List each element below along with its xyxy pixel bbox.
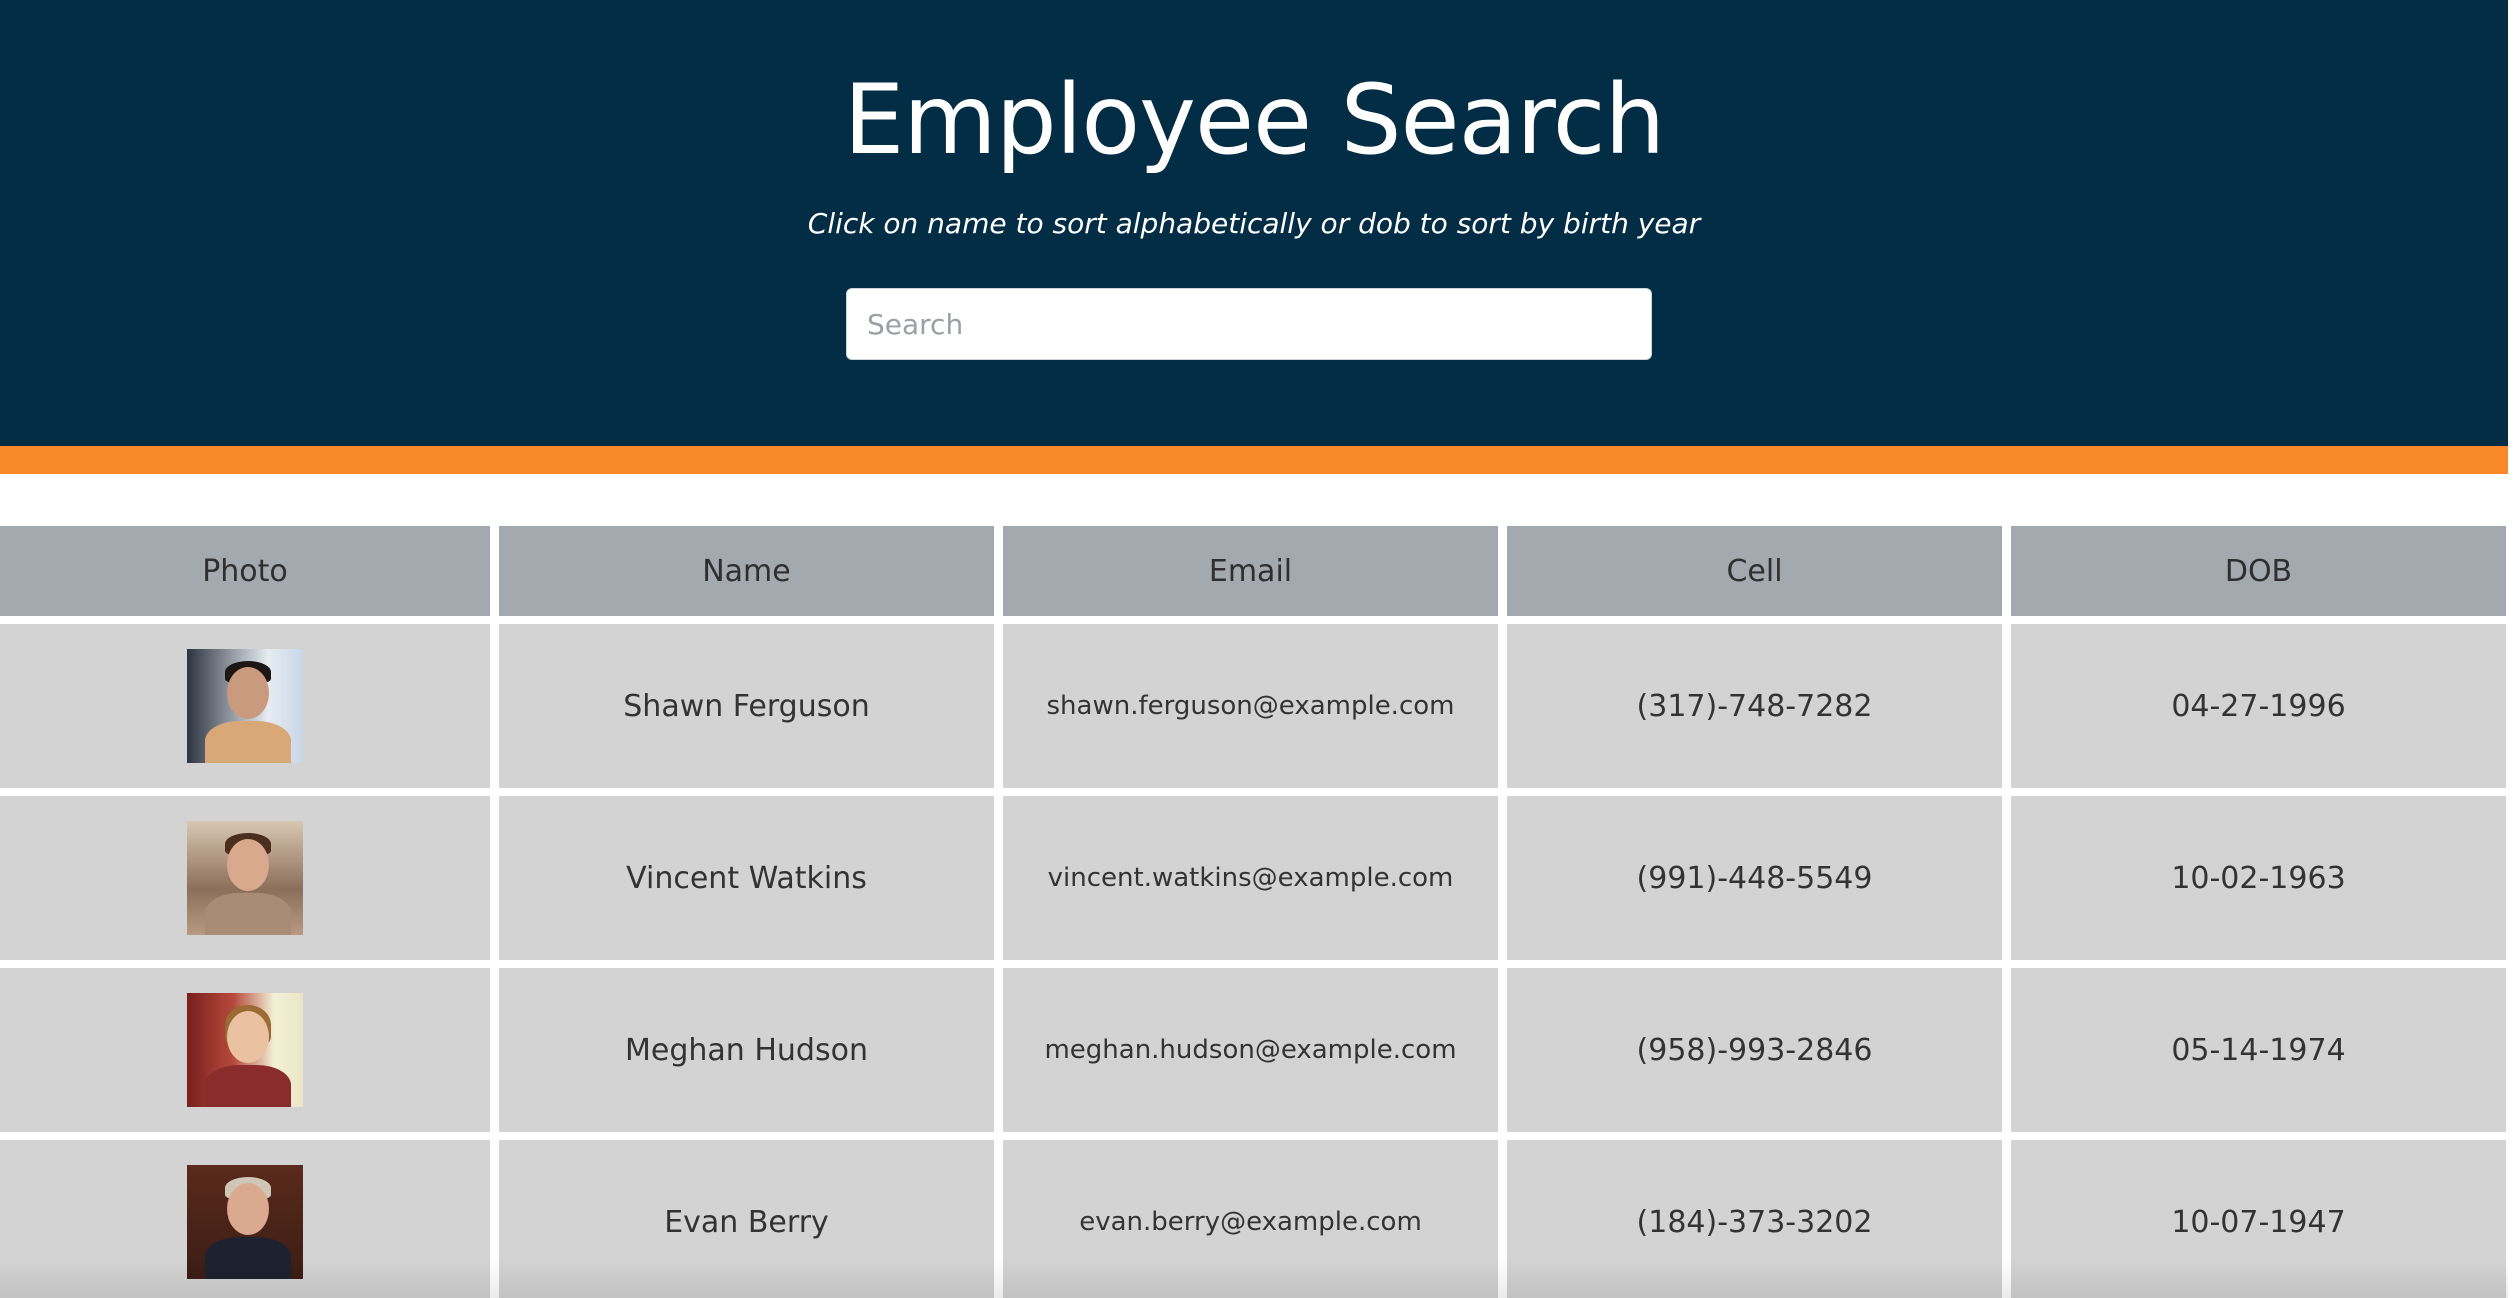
column-header-photo: Photo [0,526,490,616]
photo-cell [0,1140,490,1298]
employee-dob: 05-14-1974 [2011,968,2506,1132]
employee-table: Photo Name Email Cell DOB Shawn Ferguson… [0,526,2506,1298]
employee-email: meghan.hudson@example.com [1003,968,1498,1132]
employee-dob: 10-02-1963 [2011,796,2506,960]
employee-name: Meghan Hudson [499,968,994,1132]
employee-photo [187,993,303,1107]
page: Employee Search Click on name to sort al… [0,0,2518,1298]
photo-cell [0,624,490,788]
window-edge [2508,0,2518,1298]
employee-cell: (317)-748-7282 [1507,624,2002,788]
column-header-name[interactable]: Name [499,526,994,616]
employee-cell: (991)-448-5549 [1507,796,2002,960]
column-header-email: Email [1003,526,1498,616]
employee-name: Shawn Ferguson [499,624,994,788]
page-header: Employee Search Click on name to sort al… [0,0,2508,446]
employee-photo [187,1165,303,1279]
employee-email: shawn.ferguson@example.com [1003,624,1498,788]
employee-email: evan.berry@example.com [1003,1140,1498,1298]
employee-cell: (958)-993-2846 [1507,968,2002,1132]
column-header-cell: Cell [1507,526,2002,616]
accent-divider [0,446,2508,474]
photo-cell [0,796,490,960]
column-header-dob[interactable]: DOB [2011,526,2506,616]
search-input[interactable] [846,288,1652,360]
employee-name: Vincent Watkins [499,796,994,960]
employee-photo [187,649,303,763]
page-subtitle: Click on name to sort alphabetically or … [807,207,1701,240]
employee-dob: 04-27-1996 [2011,624,2506,788]
employee-name: Evan Berry [499,1140,994,1298]
employee-email: vincent.watkins@example.com [1003,796,1498,960]
employee-photo [187,821,303,935]
employee-dob: 10-07-1947 [2011,1140,2506,1298]
employee-cell: (184)-373-3202 [1507,1140,2002,1298]
photo-cell [0,968,490,1132]
page-title: Employee Search [843,64,1666,176]
